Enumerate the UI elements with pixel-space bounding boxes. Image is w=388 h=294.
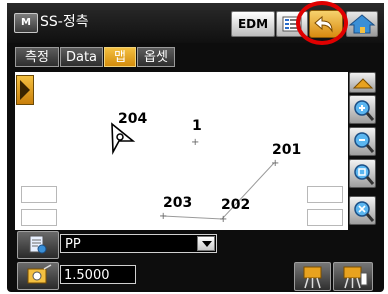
survey-tool-2-button[interactable] bbox=[333, 262, 373, 291]
point-label-201: 201 bbox=[272, 142, 302, 158]
point-marker-201: + bbox=[271, 158, 279, 169]
instrument-station-icon bbox=[111, 122, 136, 155]
code-select[interactable]: PP bbox=[60, 234, 217, 253]
point-label-1: 1 bbox=[192, 118, 202, 134]
point-label-203: 203 bbox=[163, 195, 193, 211]
code-select-dropdown[interactable] bbox=[197, 236, 215, 251]
code-lookup-button[interactable] bbox=[17, 231, 59, 259]
point-marker-203: + bbox=[159, 211, 167, 222]
pan-up-button[interactable] bbox=[349, 72, 376, 93]
pan-up-icon bbox=[352, 78, 374, 89]
target-height-icon bbox=[27, 264, 52, 284]
zoom-all-button[interactable] bbox=[349, 196, 376, 225]
zoom-out-icon bbox=[354, 132, 375, 153]
zoom-extent-icon bbox=[354, 164, 375, 185]
point-label-202: 202 bbox=[221, 197, 251, 213]
point-marker-202: + bbox=[219, 214, 227, 225]
readout-box-left-bottom bbox=[21, 209, 57, 226]
zoom-in-icon bbox=[354, 100, 375, 121]
screenshot-frame: M SS-정측 EDM 측정 Data 맵 옵셋 + + + + 204 1 2… bbox=[0, 0, 388, 293]
target-height-button[interactable] bbox=[17, 262, 59, 290]
target-height-input[interactable]: 1.5000 bbox=[60, 265, 136, 284]
code-lookup-icon bbox=[29, 235, 47, 254]
point-label-204: 204 bbox=[118, 111, 148, 127]
chevron-down-icon bbox=[202, 241, 212, 247]
readout-box-right-top bbox=[307, 186, 343, 203]
zoom-out-button[interactable] bbox=[349, 127, 376, 156]
point-marker-1: + bbox=[191, 137, 199, 148]
zoom-in-button[interactable] bbox=[349, 95, 376, 124]
readout-box-right-bottom bbox=[307, 209, 343, 226]
zoom-all-icon bbox=[354, 201, 375, 222]
survey-tool-2-icon bbox=[343, 266, 368, 289]
readout-box-left-top bbox=[21, 186, 57, 203]
zoom-extent-button[interactable] bbox=[349, 159, 376, 188]
survey-tool-button[interactable] bbox=[294, 262, 331, 291]
survey-tool-icon bbox=[303, 266, 322, 289]
